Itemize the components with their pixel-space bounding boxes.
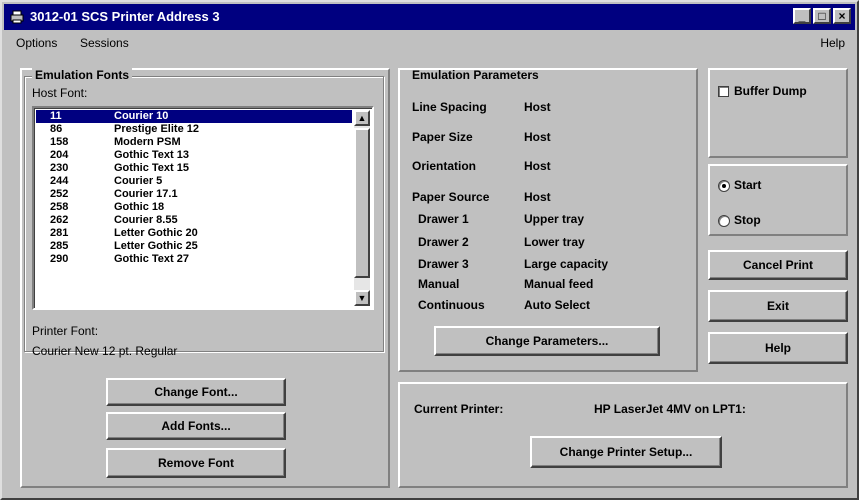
list-item[interactable]: 252 Courier 17.1 — [36, 188, 352, 201]
maximize-button[interactable]: □ — [813, 8, 831, 24]
list-item[interactable]: 285 Letter Gothic 25 — [36, 240, 352, 253]
change-font-button[interactable]: Change Font... — [106, 378, 286, 406]
help-button[interactable]: Help — [708, 332, 848, 364]
list-item[interactable]: 258 Gothic 18 — [36, 201, 352, 214]
drawer-3-label: Drawer 3 — [418, 257, 469, 271]
line-spacing-value: Host — [524, 100, 551, 114]
window-title: 3012-01 SCS Printer Address 3 — [30, 9, 220, 24]
drawer-2-value: Lower tray — [524, 235, 585, 249]
exit-button[interactable]: Exit — [708, 290, 848, 322]
drawer-3-value: Large capacity — [524, 257, 609, 271]
radio-dot-icon — [722, 184, 726, 188]
continuous-value: Auto Select — [524, 298, 591, 312]
add-fonts-button[interactable]: Add Fonts... — [106, 412, 286, 440]
list-item[interactable]: 290 Gothic Text 27 — [36, 253, 352, 266]
menu-sessions[interactable]: Sessions — [80, 36, 129, 50]
host-font-label: Host Font: — [32, 86, 88, 100]
list-item[interactable]: 158 Modern PSM — [36, 136, 352, 149]
buffer-dump-label[interactable]: Buffer Dump — [734, 84, 807, 98]
continuous-label: Continuous — [418, 298, 485, 312]
current-printer-value: HP LaserJet 4MV on LPT1: — [594, 402, 746, 416]
close-button[interactable]: × — [833, 8, 851, 24]
manual-label: Manual — [418, 277, 460, 291]
orientation-label: Orientation — [412, 159, 477, 173]
drawer-1-label: Drawer 1 — [418, 212, 469, 226]
emulation-parameters-title: Emulation Parameters — [412, 68, 539, 82]
list-item[interactable]: 204 Gothic Text 13 — [36, 149, 352, 162]
printer-icon — [10, 10, 24, 24]
current-printer-panel — [398, 382, 848, 488]
remove-font-button[interactable]: Remove Font — [106, 448, 286, 478]
drawer-2-label: Drawer 2 — [418, 235, 469, 249]
scroll-up-icon[interactable]: ▲ — [354, 110, 370, 126]
current-printer-label: Current Printer: — [414, 402, 504, 416]
list-item[interactable]: 281 Letter Gothic 20 — [36, 227, 352, 240]
list-item[interactable]: 11 Courier 10 — [36, 110, 352, 123]
list-item[interactable]: 244 Courier 5 — [36, 175, 352, 188]
drawer-1-value: Upper tray — [524, 212, 585, 226]
buffer-dump-panel — [708, 68, 848, 158]
list-item[interactable]: 86 Prestige Elite 12 — [36, 123, 352, 136]
font-list-scrollbar[interactable]: ▲ ▼ — [354, 110, 370, 306]
title-bar[interactable]: 3012-01 SCS Printer Address 3 _ □ × — [4, 4, 855, 30]
orientation-value: Host — [524, 159, 551, 173]
paper-source-value: Host — [524, 190, 551, 204]
change-parameters-button[interactable]: Change Parameters... — [434, 326, 660, 356]
start-radio[interactable] — [718, 180, 730, 192]
start-stop-panel — [708, 164, 848, 236]
menu-options[interactable]: Options — [16, 36, 57, 50]
minimize-button[interactable]: _ — [793, 8, 811, 24]
scroll-thumb[interactable] — [354, 128, 370, 278]
menu-help[interactable]: Help — [820, 36, 845, 50]
paper-source-label: Paper Source — [412, 190, 490, 204]
cancel-print-button[interactable]: Cancel Print — [708, 250, 848, 280]
buffer-dump-checkbox[interactable] — [718, 86, 729, 97]
list-item[interactable]: 230 Gothic Text 15 — [36, 162, 352, 175]
printer-font-label: Printer Font: — [32, 324, 99, 338]
printer-window: 3012-01 SCS Printer Address 3 _ □ × Opti… — [0, 0, 859, 500]
host-font-list[interactable]: 11 Courier 10 86 Prestige Elite 12 158 Mode… — [32, 106, 374, 310]
printer-font-value: Courier New 12 pt. Regular — [32, 344, 178, 358]
scroll-down-icon[interactable]: ▼ — [354, 290, 370, 306]
manual-value: Manual feed — [524, 277, 594, 291]
line-spacing-label: Line Spacing — [412, 100, 487, 114]
start-label[interactable]: Start — [734, 178, 761, 192]
emulation-fonts-title: Emulation Fonts — [32, 68, 132, 82]
stop-label[interactable]: Stop — [734, 213, 761, 227]
paper-size-value: Host — [524, 130, 551, 144]
paper-size-label: Paper Size — [412, 130, 473, 144]
menu-bar: Options Sessions Help — [4, 32, 855, 54]
stop-radio[interactable] — [718, 215, 730, 227]
list-item[interactable]: 262 Courier 8.55 — [36, 214, 352, 227]
change-printer-setup-button[interactable]: Change Printer Setup... — [530, 436, 722, 468]
